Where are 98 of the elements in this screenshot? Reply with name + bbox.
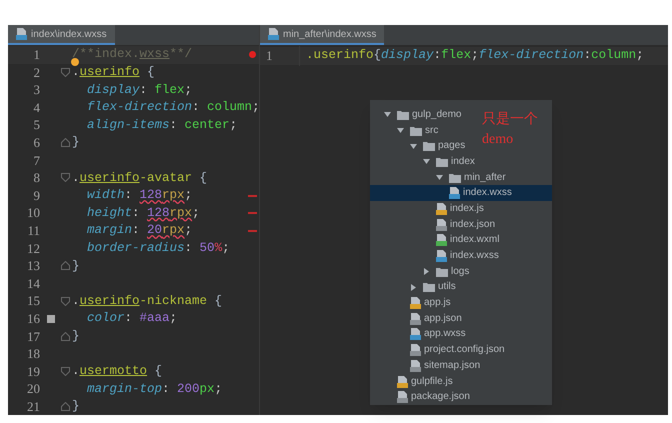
- folder-icon: [397, 110, 409, 120]
- line-number: 6: [32, 134, 41, 152]
- line-number: 2: [32, 64, 41, 82]
- line-number: 5: [32, 116, 41, 134]
- tree-item[interactable]: logs: [370, 264, 472, 280]
- code-line: .usermotto {: [72, 363, 162, 380]
- tree-item[interactable]: index.wxss: [370, 185, 552, 202]
- tree-item[interactable]: project.config.json: [370, 342, 507, 358]
- tree-item[interactable]: app.json: [370, 310, 464, 327]
- line-number: 12: [26, 240, 41, 258]
- code-line: .userinfo-nickname {: [72, 292, 222, 310]
- tree-item[interactable]: gulp_demo: [370, 107, 464, 123]
- code-line: margin: 20rpx;: [86, 222, 192, 240]
- line-number: 14: [26, 274, 41, 293]
- file-icon: [397, 376, 408, 388]
- code-line: .userinfo {: [72, 64, 155, 82]
- expand-arrow-icon[interactable]: [436, 174, 446, 182]
- fold-icon[interactable]: [60, 68, 70, 77]
- expand-arrow-icon[interactable]: [410, 142, 420, 150]
- line-number: 16: [26, 310, 41, 328]
- line-number: 13: [26, 257, 41, 276]
- line-number: 4: [32, 98, 41, 117]
- tree-item[interactable]: index.js: [370, 201, 486, 217]
- file-icon: [436, 202, 447, 215]
- code-line: height: 128rpx;: [86, 204, 200, 222]
- line-number: 11: [26, 222, 41, 240]
- line-number: 21: [26, 398, 41, 416]
- expand-arrow-icon[interactable]: [423, 158, 433, 166]
- line-number: 18: [26, 345, 41, 364]
- tree-item[interactable]: min_after: [370, 170, 508, 186]
- tree-item[interactable]: sitemap.json: [370, 358, 482, 374]
- file-icon: [410, 312, 421, 325]
- line-number: 7: [32, 152, 41, 170]
- tree-item[interactable]: gulpfile.js: [370, 374, 455, 390]
- file-icon: [397, 391, 408, 404]
- tree-item[interactable]: index: [370, 154, 477, 170]
- line-number: 10: [26, 204, 41, 222]
- tree-item[interactable]: app.wxss: [370, 326, 468, 342]
- line-number: 8: [32, 169, 41, 188]
- file-icon: [410, 360, 421, 372]
- line-number: 1: [32, 46, 41, 64]
- fold-icon[interactable]: [60, 332, 70, 341]
- code-line: color: #aaa;: [86, 310, 178, 328]
- line-number: 20: [26, 380, 41, 398]
- line-number: 17: [26, 328, 41, 346]
- code-line: flex-direction: column;: [86, 99, 260, 116]
- line-number: 3: [32, 81, 41, 100]
- folder-icon: [423, 141, 435, 152]
- code-line: }: [72, 328, 80, 345]
- code-line: border-radius: 50%;: [86, 240, 230, 257]
- fold-icon[interactable]: [60, 138, 70, 148]
- code-line: }: [72, 398, 80, 416]
- tree-item[interactable]: index.wxss: [370, 248, 501, 264]
- code-line: /**index.wxss**/: [72, 46, 192, 64]
- file-icon: [410, 344, 421, 356]
- folder-icon: [423, 282, 435, 292]
- file-icon: [268, 28, 279, 40]
- folder-icon: [449, 172, 461, 183]
- code-line: }: [72, 258, 80, 275]
- file-icon: [16, 28, 27, 40]
- line-number: 1: [260, 46, 300, 66]
- folder-icon: [436, 156, 448, 167]
- annotation-text: 只是一个: [482, 110, 538, 129]
- file-icon: [449, 187, 460, 200]
- folder-icon: [410, 126, 422, 136]
- code-line: display: flex;: [86, 82, 192, 99]
- editor-tab[interactable]: min_after\index.wxss: [260, 25, 384, 45]
- code-line: margin-top: 200px;: [86, 380, 222, 398]
- file-icon: [436, 250, 447, 262]
- fold-icon[interactable]: [60, 296, 70, 306]
- code-line: .userinfo{display:flex;flex-direction:column;: [306, 48, 644, 62]
- tree-item[interactable]: app.js: [370, 295, 453, 311]
- code-line: width: 128rpx;: [86, 187, 192, 204]
- expand-arrow-icon[interactable]: [397, 127, 407, 134]
- tree-item[interactable]: utils: [370, 280, 458, 296]
- tree-item[interactable]: src: [370, 122, 440, 138]
- annotation-text: demo: [482, 131, 514, 149]
- line-number: 15: [26, 292, 41, 310]
- folder-icon: [436, 266, 448, 277]
- fold-icon[interactable]: [60, 173, 70, 182]
- code-line: .userinfo-avatar {: [72, 170, 208, 187]
- line-number: 9: [32, 186, 41, 205]
- code-line: align-items: center;: [86, 116, 238, 134]
- code-line: }: [72, 134, 80, 152]
- fold-icon[interactable]: [60, 366, 70, 376]
- fold-icon[interactable]: [60, 261, 70, 270]
- fold-icon[interactable]: [60, 402, 70, 412]
- file-icon: [436, 234, 447, 246]
- file-icon: [410, 297, 421, 310]
- tree-item[interactable]: package.json: [370, 389, 472, 406]
- expand-arrow-icon[interactable]: [384, 111, 394, 118]
- file-icon: [410, 328, 421, 340]
- tree-item[interactable]: index.wxml: [370, 232, 502, 248]
- tree-item[interactable]: pages: [370, 138, 468, 154]
- line-number: 19: [26, 362, 41, 381]
- file-icon: [436, 218, 447, 231]
- editor-tab[interactable]: index\index.wxss: [8, 25, 115, 45]
- tree-item[interactable]: index.json: [370, 216, 498, 232]
